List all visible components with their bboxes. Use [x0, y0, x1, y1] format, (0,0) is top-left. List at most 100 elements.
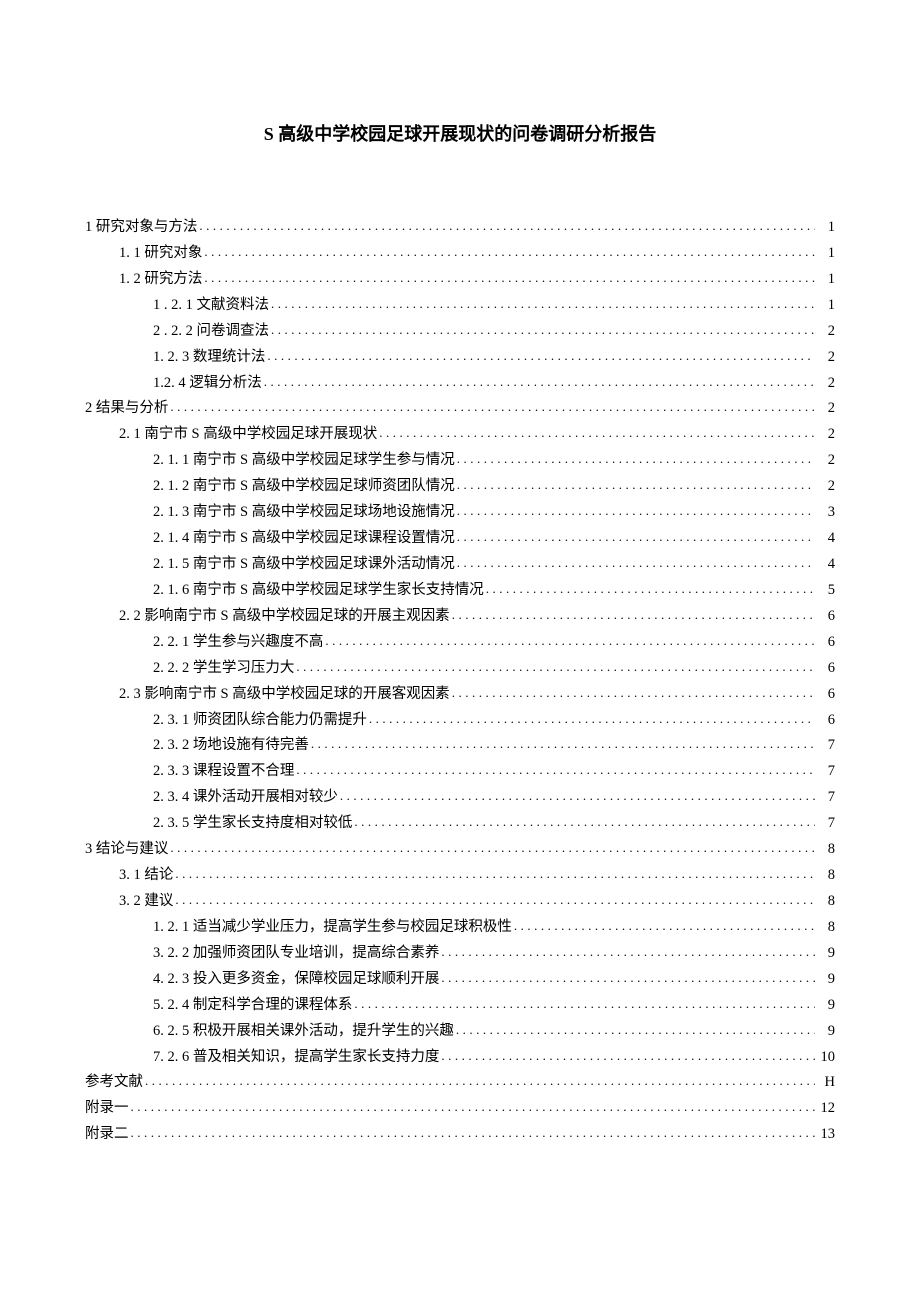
toc-entry-label: 附录二 — [85, 1123, 129, 1147]
document-title: S 高级中学校园足球开展现状的问卷调研分析报告 — [85, 120, 835, 146]
toc-entry-page: 2 — [817, 346, 835, 370]
toc-leader-dots — [145, 1070, 815, 1091]
toc-entry-page: 6 — [817, 605, 835, 629]
toc-leader-dots — [170, 396, 815, 417]
toc-entry: 1. 2. 1 适当减少学业压力，提高学生参与校园足球积极性 8 — [85, 916, 835, 940]
toc-entry-label: 2. 2. 1 学生参与兴趣度不高 — [153, 631, 323, 655]
toc-entry: 2. 3. 4 课外活动开展相对较少7 — [85, 786, 835, 810]
toc-leader-dots — [267, 345, 815, 366]
toc-entry-label: 2. 1. 6 南宁市 S 高级中学校园足球学生家长支持情况 — [153, 579, 484, 603]
toc-entry-page: 4 — [817, 553, 835, 577]
toc-entry: 2. 1. 6 南宁市 S 高级中学校园足球学生家长支持情况 5 — [85, 579, 835, 603]
toc-leader-dots — [514, 915, 815, 936]
toc-entry-label: 3. 1 结论 — [119, 864, 173, 888]
toc-entry-label: 4. 2. 3 投入更多资金，保障校园足球顺利开展 — [153, 968, 439, 992]
toc-leader-dots — [175, 889, 815, 910]
toc-entry: 3 结论与建议 8 — [85, 838, 835, 862]
toc-entry-page: 8 — [817, 890, 835, 914]
toc-entry-page: 8 — [817, 864, 835, 888]
toc-entry: 1 . 2. 1 文献资料法 1 — [85, 294, 835, 318]
toc-leader-dots — [486, 578, 815, 599]
toc-entry-page: 1 — [817, 242, 835, 266]
toc-leader-dots — [311, 733, 815, 754]
toc-entry-label: 2 结果与分析 — [85, 397, 168, 421]
toc-entry-page: 8 — [817, 916, 835, 940]
toc-entry: 6. 2. 5 积极开展相关课外活动，提升学生的兴趣 9 — [85, 1020, 835, 1044]
toc-entry-label: 2. 1. 4 南宁市 S 高级中学校园足球课程设置情况 — [153, 527, 455, 551]
toc-entry-label: 2. 1. 5 南宁市 S 高级中学校园足球课外活动情况 — [153, 553, 455, 577]
toc-entry: 2. 1. 2 南宁市 S 高级中学校园足球师资团队情况 2 — [85, 475, 835, 499]
toc-entry-label: 2. 2. 2 学生学习压力大 — [153, 657, 294, 681]
toc-entry: 2. 3. 3 课程设置不合理7 — [85, 760, 835, 784]
toc-entry: 2. 2 影响南宁市 S 高级中学校园足球的开展主观因素 6 — [85, 605, 835, 629]
toc-entry: 2 结果与分析 2 — [85, 397, 835, 421]
toc-entry-page: 2 — [817, 423, 835, 447]
toc-leader-dots — [441, 1045, 815, 1066]
toc-entry-page: 7 — [817, 812, 835, 836]
toc-leader-dots — [175, 863, 815, 884]
toc-entry: 4. 2. 3 投入更多资金，保障校园足球顺利开展 9 — [85, 968, 835, 992]
toc-entry-page: 9 — [817, 968, 835, 992]
toc-entry: 2. 3 影响南宁市 S 高级中学校园足球的开展客观因素 6 — [85, 683, 835, 707]
toc-leader-dots — [204, 267, 815, 288]
toc-entry: 3. 1 结论 8 — [85, 864, 835, 888]
toc-entry-page: 6 — [817, 683, 835, 707]
toc-entry-page: 12 — [817, 1097, 835, 1121]
toc-entry-page: 6 — [817, 657, 835, 681]
toc-entry-page: 13 — [817, 1123, 835, 1147]
toc-entry-label: 2. 1 南宁市 S 高级中学校园足球开展现状 — [119, 423, 377, 447]
toc-entry-label: 1.2. 4 逻辑分析法 — [153, 372, 262, 396]
toc-entry-label: 1 研究对象与方法 — [85, 216, 197, 240]
toc-entry-page: H — [817, 1071, 835, 1095]
toc-leader-dots — [204, 241, 815, 262]
toc-entry-label: 1. 2. 1 适当减少学业压力，提高学生参与校园足球积极性 — [153, 916, 512, 940]
toc-entry: 7. 2. 6 普及相关知识，提高学生家长支持力度10 — [85, 1046, 835, 1070]
toc-entry: 2 . 2. 2 问卷调查法 2 — [85, 320, 835, 344]
toc-entry-label: 3. 2. 2 加强师资团队专业培训，提高综合素养 — [153, 942, 439, 966]
toc-entry: 2. 3. 5 学生家长支持度相对较低7 — [85, 812, 835, 836]
toc-entry-label: 2. 3. 2 场地设施有待完善 — [153, 734, 309, 758]
toc-entry-page: 1 — [817, 294, 835, 318]
toc-entry-label: 3. 2 建议 — [119, 890, 173, 914]
toc-entry: 附录二 13 — [85, 1123, 835, 1147]
toc-entry: 2. 3. 2 场地设施有待完善 7 — [85, 734, 835, 758]
toc-leader-dots — [354, 993, 815, 1014]
toc-entry-page: 9 — [817, 1020, 835, 1044]
toc-entry-page: 7 — [817, 734, 835, 758]
toc-entry-page: 2 — [817, 475, 835, 499]
toc-entry-page: 3 — [817, 501, 835, 525]
toc-entry-page: 9 — [817, 994, 835, 1018]
toc-leader-dots — [452, 604, 815, 625]
toc-entry-label: 2 . 2. 2 问卷调查法 — [153, 320, 269, 344]
toc-entry-label: 2. 2 影响南宁市 S 高级中学校园足球的开展主观因素 — [119, 605, 450, 629]
toc-entry-page: 8 — [817, 838, 835, 862]
toc-leader-dots — [296, 759, 815, 780]
toc-leader-dots — [131, 1122, 816, 1143]
toc-entry-label: 附录一 — [85, 1097, 129, 1121]
toc-leader-dots — [296, 656, 815, 677]
toc-leader-dots — [379, 422, 815, 443]
toc-entry: 2. 1 南宁市 S 高级中学校园足球开展现状 2 — [85, 423, 835, 447]
toc-entry-page: 10 — [817, 1046, 835, 1070]
toc-leader-dots — [441, 941, 815, 962]
toc-entry-label: 3 结论与建议 — [85, 838, 168, 862]
toc-entry-page: 7 — [817, 760, 835, 784]
toc-leader-dots — [271, 293, 815, 314]
toc-entry: 1. 2 研究方法1 — [85, 268, 835, 292]
toc-leader-dots — [457, 526, 815, 547]
toc-entry-label: 1. 2. 3 数理统计法 — [153, 346, 265, 370]
toc-entry-label: 2. 3. 1 师资团队综合能力仍需提升 — [153, 709, 367, 733]
toc-entry-label: 1. 2 研究方法 — [119, 268, 202, 292]
toc-entry: 2. 2. 1 学生参与兴趣度不高6 — [85, 631, 835, 655]
toc-entry-page: 2 — [817, 397, 835, 421]
toc-entry-label: 参考文献 — [85, 1071, 143, 1095]
toc-entry-label: 6. 2. 5 积极开展相关课外活动，提升学生的兴趣 — [153, 1020, 454, 1044]
toc-entry-page: 4 — [817, 527, 835, 551]
toc-entry: 1. 1 研究对象1 — [85, 242, 835, 266]
toc-entry: 附录一 12 — [85, 1097, 835, 1121]
toc-leader-dots — [441, 967, 815, 988]
toc-leader-dots — [264, 371, 815, 392]
toc-entry: 2. 1. 3 南宁市 S 高级中学校园足球场地设施情况 3 — [85, 501, 835, 525]
toc-entry-page: 7 — [817, 786, 835, 810]
toc-leader-dots — [457, 552, 815, 573]
